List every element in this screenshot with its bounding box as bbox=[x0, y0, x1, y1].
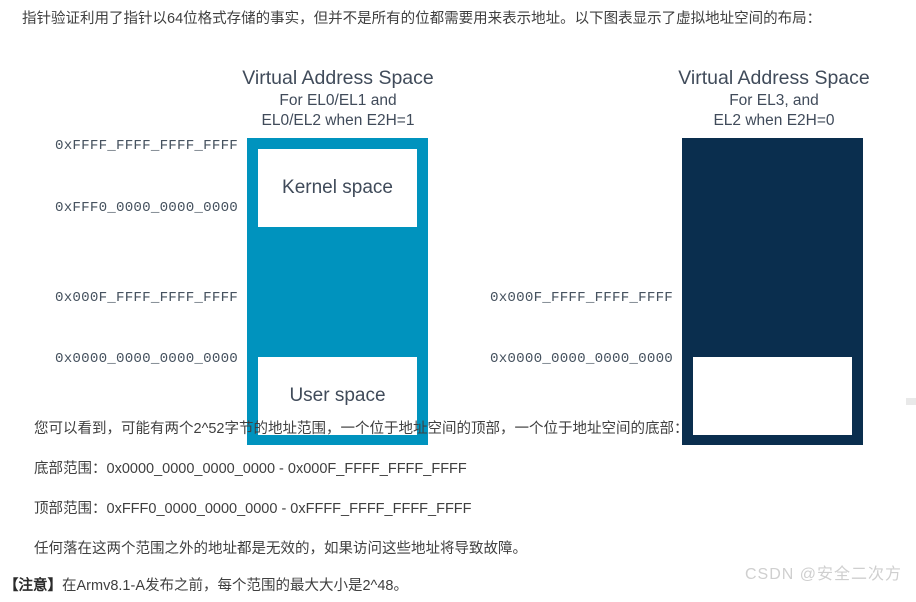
note-paragraph: 【注意】在Armv8.1-A发布之前，每个范围的最大大小是2^48。 bbox=[4, 575, 408, 597]
diagram-title-left-main: Virtual Address Space bbox=[242, 67, 434, 89]
low-address-region bbox=[693, 357, 852, 435]
address-space-box-left: Kernel space User space bbox=[247, 138, 428, 445]
diagram-title-left-sub-line2: EL0/EL2 when E2H=1 bbox=[261, 112, 415, 129]
address-label-left-bottom-min: 0x0000_0000_0000_0000 bbox=[55, 351, 238, 367]
body-paragraph-top-range: 顶部范围：0xFFF0_0000_0000_0000 - 0xFFFF_FFFF… bbox=[34, 501, 472, 517]
address-space-box-right bbox=[682, 138, 863, 445]
body-paragraph-1: 您可以看到，可能有两个2^52字节的地址范围，一个位于地址空间的顶部，一个位于地… bbox=[34, 421, 689, 437]
diagram-title-right-sub-line2: EL2 when E2H=0 bbox=[713, 112, 835, 129]
address-label-left-top-max: 0xFFFF_FFFF_FFFF_FFFF bbox=[55, 138, 238, 154]
diagram-title-left-sub-line1: For EL0/EL1 and bbox=[279, 92, 397, 109]
diagram-title-right-sub-line1: For EL3, and bbox=[729, 92, 819, 109]
user-space-label: User space bbox=[289, 385, 386, 406]
diagram-title-left: Virtual Address Space For EL0/EL1 and EL… bbox=[228, 65, 448, 131]
page-edge-artifact bbox=[906, 398, 916, 405]
diagram-title-right: Virtual Address Space For EL3, and EL2 w… bbox=[664, 65, 884, 131]
body-paragraph-fault-note: 任何落在这两个范围之外的地址都是无效的，如果访问这些地址将导致故障。 bbox=[34, 541, 527, 557]
body-paragraph-bottom-range: 底部范围：0x0000_0000_0000_0000 - 0x000F_FFFF… bbox=[34, 461, 467, 477]
note-body-text: 在Armv8.1-A发布之前，每个范围的最大大小是2^48。 bbox=[62, 578, 408, 594]
virtual-address-space-figure: Virtual Address Space For EL0/EL1 and EL… bbox=[0, 58, 916, 445]
address-label-right-bottom-max: 0x000F_FFFF_FFFF_FFFF bbox=[490, 290, 673, 306]
kernel-space-label: Kernel space bbox=[282, 177, 393, 198]
address-label-left-bottom-max: 0x000F_FFFF_FFFF_FFFF bbox=[55, 290, 238, 306]
address-label-left-top-min: 0xFFF0_0000_0000_0000 bbox=[55, 200, 238, 216]
note-tag-label: 【注意】 bbox=[4, 578, 62, 594]
kernel-space-region: Kernel space bbox=[258, 149, 417, 227]
address-label-right-bottom-min: 0x0000_0000_0000_0000 bbox=[490, 351, 673, 367]
intro-paragraph: 指针验证利用了指针以64位格式存储的事实，但并不是所有的位都需要用来表示地址。以… bbox=[22, 11, 822, 27]
csdn-watermark: CSDN @安全二次方 bbox=[744, 566, 902, 583]
diagram-title-right-main: Virtual Address Space bbox=[678, 67, 870, 89]
